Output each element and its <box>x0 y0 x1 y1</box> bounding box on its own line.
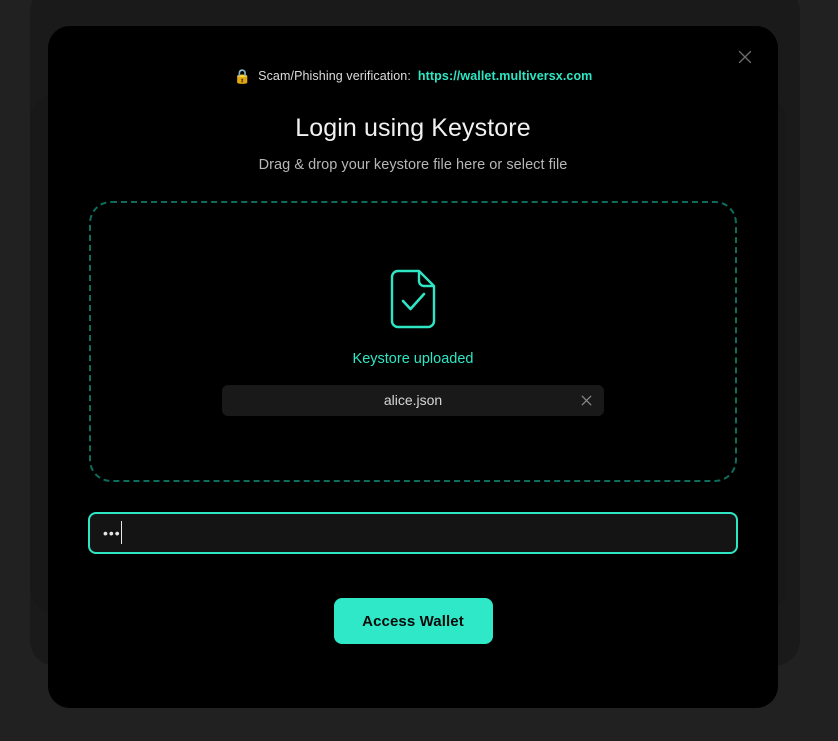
uploaded-file-name: alice.json <box>383 392 443 408</box>
keystore-dropzone[interactable]: Keystore uploaded alice.json <box>89 201 737 482</box>
lock-icon: 🔒 <box>233 68 252 84</box>
app-root: 🔒 Scam/Phishing verification: https://wa… <box>0 0 838 741</box>
phishing-verification-url[interactable]: https://wallet.multiversx.com <box>418 70 592 83</box>
password-input[interactable] <box>88 512 738 554</box>
remove-file-close-icon[interactable] <box>577 391 595 409</box>
upload-status-label: Keystore uploaded <box>352 350 474 367</box>
password-field <box>88 512 738 554</box>
modal-content: 🔒 Scam/Phishing verification: https://wa… <box>48 26 778 644</box>
phishing-verification-label: Scam/Phishing verification: <box>258 68 411 83</box>
file-check-icon <box>390 269 436 328</box>
page-subtitle: Drag & drop your keystore file here or s… <box>258 157 568 173</box>
login-keystore-modal: 🔒 Scam/Phishing verification: https://wa… <box>48 26 778 708</box>
phishing-verification-bar: 🔒 Scam/Phishing verification: https://wa… <box>88 26 738 83</box>
page-title: Login using Keystore <box>295 114 531 142</box>
close-icon[interactable] <box>728 40 762 74</box>
access-wallet-button[interactable]: Access Wallet <box>333 598 493 644</box>
uploaded-file-chip: alice.json <box>222 384 604 416</box>
submit-row: Access Wallet <box>88 598 738 644</box>
